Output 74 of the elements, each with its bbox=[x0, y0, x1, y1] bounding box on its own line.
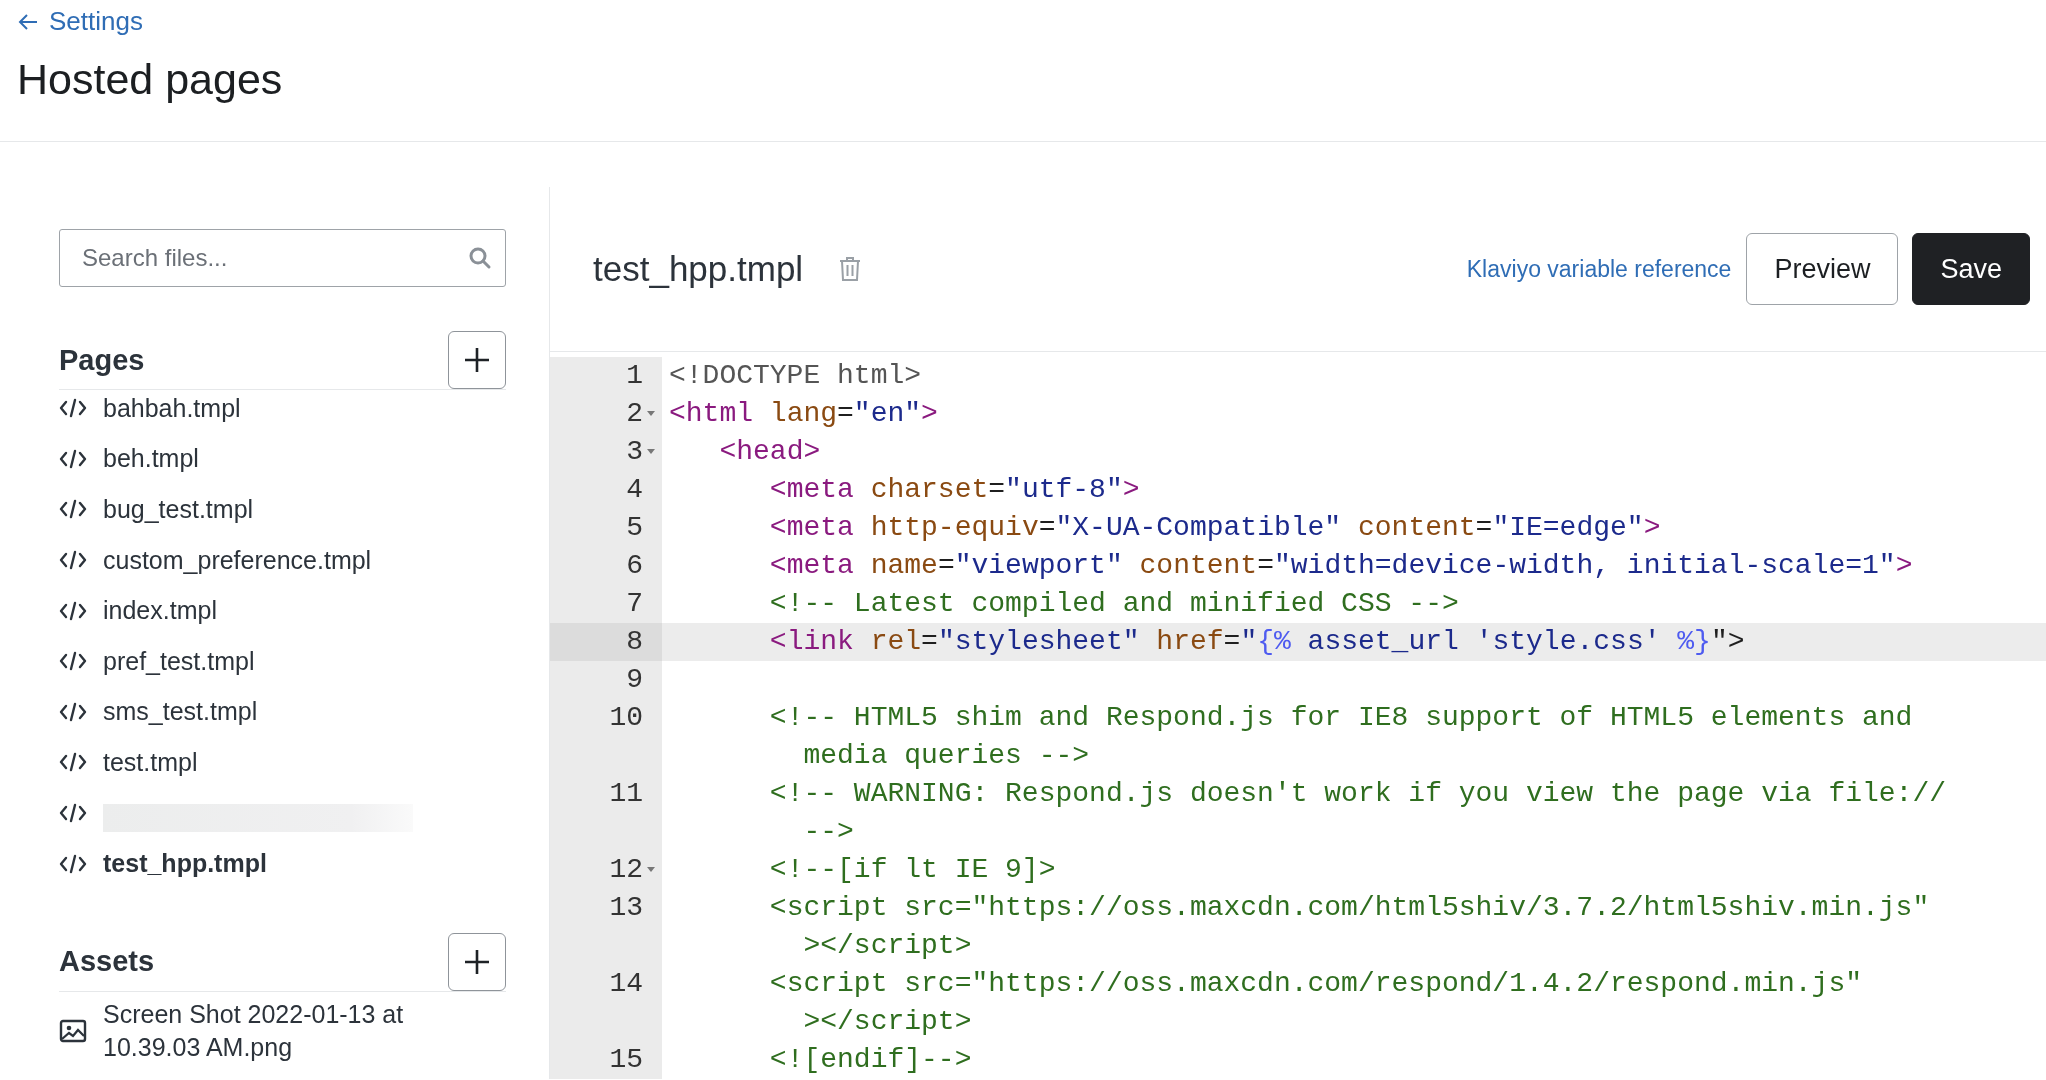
line-number: 13 bbox=[609, 891, 643, 925]
file-item[interactable]: sms_test.tmpl bbox=[103, 697, 258, 727]
code-line: <html lang="en"> bbox=[669, 397, 939, 431]
file-item[interactable]: pref_test.tmpl bbox=[103, 646, 255, 676]
file-item[interactable]: beh.tmpl bbox=[103, 444, 199, 474]
code-line: <head> bbox=[718, 435, 822, 469]
code-line: <script src="https://oss.maxcdn.com/respond/1.4.2/respond.min.js" bbox=[768, 967, 1863, 1001]
code-file-icon bbox=[59, 752, 87, 773]
code-line: <!-- WARNING: Respond.js doesn't work if you view the page via file:// bbox=[768, 777, 1948, 811]
search-icon bbox=[468, 246, 492, 270]
code-file-icon bbox=[59, 651, 87, 672]
line-number: 1 bbox=[626, 359, 643, 393]
code-file-icon bbox=[59, 550, 87, 571]
file-item[interactable]: test.tmpl bbox=[103, 747, 198, 777]
code-line: <!-- Latest compiled and minified CSS --> bbox=[768, 587, 1460, 621]
add-button[interactable] bbox=[448, 331, 506, 389]
code-line: <link rel="stylesheet" href="{% asset_url 'style.css' %}"> bbox=[768, 625, 1746, 659]
fold-caret-icon bbox=[645, 449, 656, 455]
code-line: <!DOCTYPE html> bbox=[669, 359, 923, 393]
add-button[interactable] bbox=[448, 932, 506, 991]
section-heading: Pages bbox=[59, 343, 145, 377]
fold-caret-icon bbox=[645, 867, 656, 873]
line-number: 4 bbox=[626, 473, 643, 507]
delete-button[interactable] bbox=[839, 256, 862, 282]
code-line: <script src="https://oss.maxcdn.com/html5shiv/3.7.2/html5shiv.min.js" bbox=[768, 891, 1931, 925]
code-line: <!-- HTML5 shim and Respond.js for IE8 support of HTML5 elements and bbox=[768, 701, 1914, 735]
plus-icon bbox=[463, 346, 491, 374]
code-file-icon bbox=[59, 803, 87, 824]
file-item[interactable]: index.tmpl bbox=[103, 596, 217, 626]
code-line: media queries --> bbox=[802, 739, 1091, 773]
code-file-icon bbox=[59, 499, 87, 520]
file-item[interactable]: custom_preference.tmpl bbox=[103, 545, 372, 575]
line-number: 14 bbox=[609, 967, 643, 1001]
code-file-icon bbox=[59, 448, 87, 469]
save-button[interactable]: Save bbox=[1912, 233, 2030, 305]
code-line: <!--[if lt IE 9]> bbox=[768, 853, 1057, 887]
code-line: --> bbox=[802, 815, 855, 849]
code-line: <meta charset="utf-8"> bbox=[768, 473, 1141, 507]
plus-icon bbox=[463, 947, 491, 976]
code-file-icon bbox=[59, 398, 87, 419]
line-number: 8 bbox=[626, 625, 643, 659]
file-item[interactable]: bug_test.tmpl bbox=[103, 495, 254, 524]
file-title: test_hpp.tmpl bbox=[593, 249, 804, 289]
preview-button[interactable]: Preview bbox=[1746, 233, 1899, 305]
code-file-icon bbox=[59, 701, 87, 722]
code-line: ></script> bbox=[802, 1005, 973, 1039]
image-icon bbox=[59, 1018, 87, 1043]
code-line: ></script> bbox=[802, 929, 973, 963]
fold-caret-icon bbox=[645, 411, 656, 417]
line-number: 6 bbox=[626, 549, 643, 583]
line-number: 15 bbox=[609, 1043, 643, 1077]
asset-item[interactable]: Screen Shot 2022-01-13 at 10.39.03 AM.png bbox=[103, 997, 506, 1064]
code-line: <meta http-equiv="X-UA-Compatible" content="IE=edge"> bbox=[768, 511, 1662, 545]
code-file-icon bbox=[59, 600, 87, 621]
line-number: 10 bbox=[609, 701, 643, 735]
line-number: 3 bbox=[626, 435, 643, 469]
code-line: <meta name="viewport" content="width=device-width, initial-scale=1"> bbox=[768, 549, 1914, 583]
back-arrow-icon bbox=[17, 11, 39, 32]
page-title: Hosted pages bbox=[17, 55, 284, 104]
line-number: 9 bbox=[626, 663, 643, 697]
code-line: <![endif]--> bbox=[768, 1043, 973, 1077]
line-number: 11 bbox=[609, 777, 643, 811]
search-field[interactable]: Search files... bbox=[59, 229, 506, 287]
back-link[interactable]: Settings bbox=[17, 0, 143, 37]
file-item[interactable]: test_hpp.tmpl bbox=[103, 849, 267, 879]
code-file-icon bbox=[59, 853, 87, 874]
trash-icon bbox=[839, 256, 862, 282]
variable-reference-link[interactable]: Klaviyo variable reference bbox=[1466, 255, 1732, 283]
line-number: 12 bbox=[609, 853, 643, 887]
line-number: 7 bbox=[626, 587, 643, 621]
line-number: 5 bbox=[626, 511, 643, 545]
line-number: 2 bbox=[626, 397, 643, 431]
section-heading: Assets bbox=[59, 945, 155, 979]
file-item[interactable]: bahbah.tmpl bbox=[103, 393, 241, 423]
